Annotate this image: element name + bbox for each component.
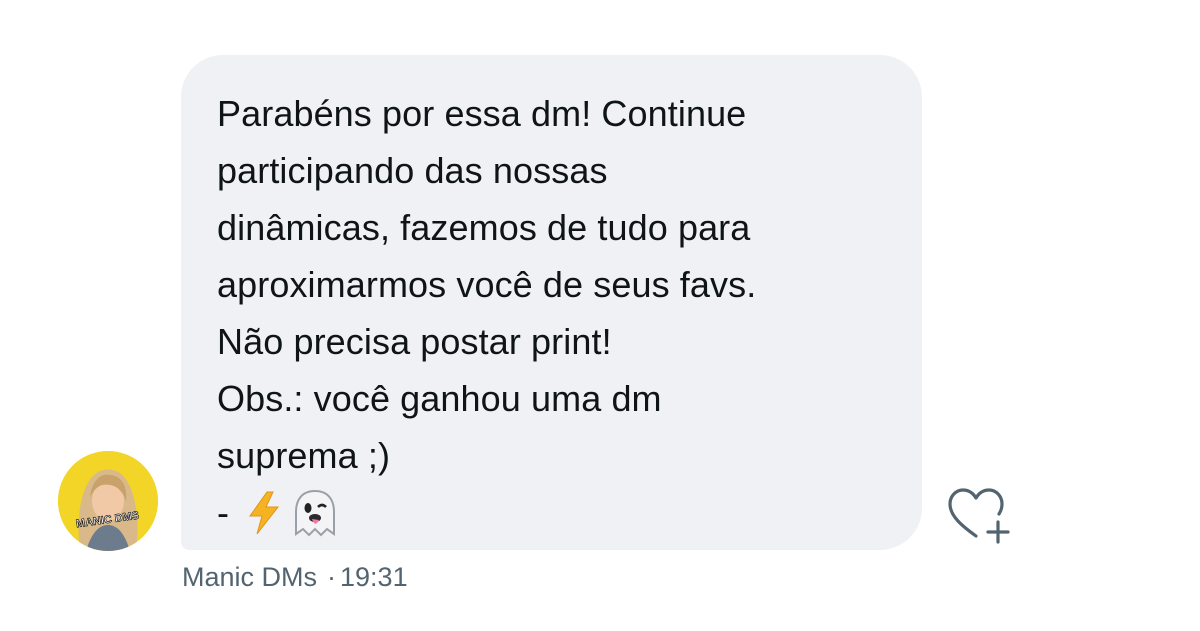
- message-line-3: dinâmicas, fazemos de tudo para: [217, 207, 751, 248]
- message-line-1: Parabéns por essa dm! Continue: [217, 93, 747, 134]
- meta-separator: ·: [327, 562, 337, 592]
- message-line-2: participando das nossas: [217, 150, 608, 191]
- message-meta: Manic DMs · 19:31: [182, 562, 408, 593]
- heart-plus-icon: [948, 488, 1010, 544]
- dm-conversation: Parabéns por essa dm! Continue participa…: [0, 0, 1200, 631]
- message-bubble[interactable]: Parabéns por essa dm! Continue participa…: [181, 55, 922, 550]
- add-reaction-button[interactable]: [946, 486, 1016, 546]
- sender-name[interactable]: Manic DMs: [182, 562, 317, 592]
- message-emoji-line: -: [217, 484, 892, 541]
- lightning-emoji-icon: [247, 491, 281, 535]
- message-line-6: Obs.: você ganhou uma dm: [217, 378, 662, 419]
- avatar[interactable]: MANIC DMS: [58, 451, 158, 551]
- message-timestamp: 19:31: [340, 562, 408, 592]
- message-line-7: suprema ;): [217, 435, 391, 476]
- message-line-5: Não precisa postar print!: [217, 321, 612, 362]
- message-line-4: aproximarmos você de seus favs.: [217, 264, 757, 305]
- message-dash: -: [217, 491, 229, 533]
- ghost-emoji-icon: [291, 488, 339, 538]
